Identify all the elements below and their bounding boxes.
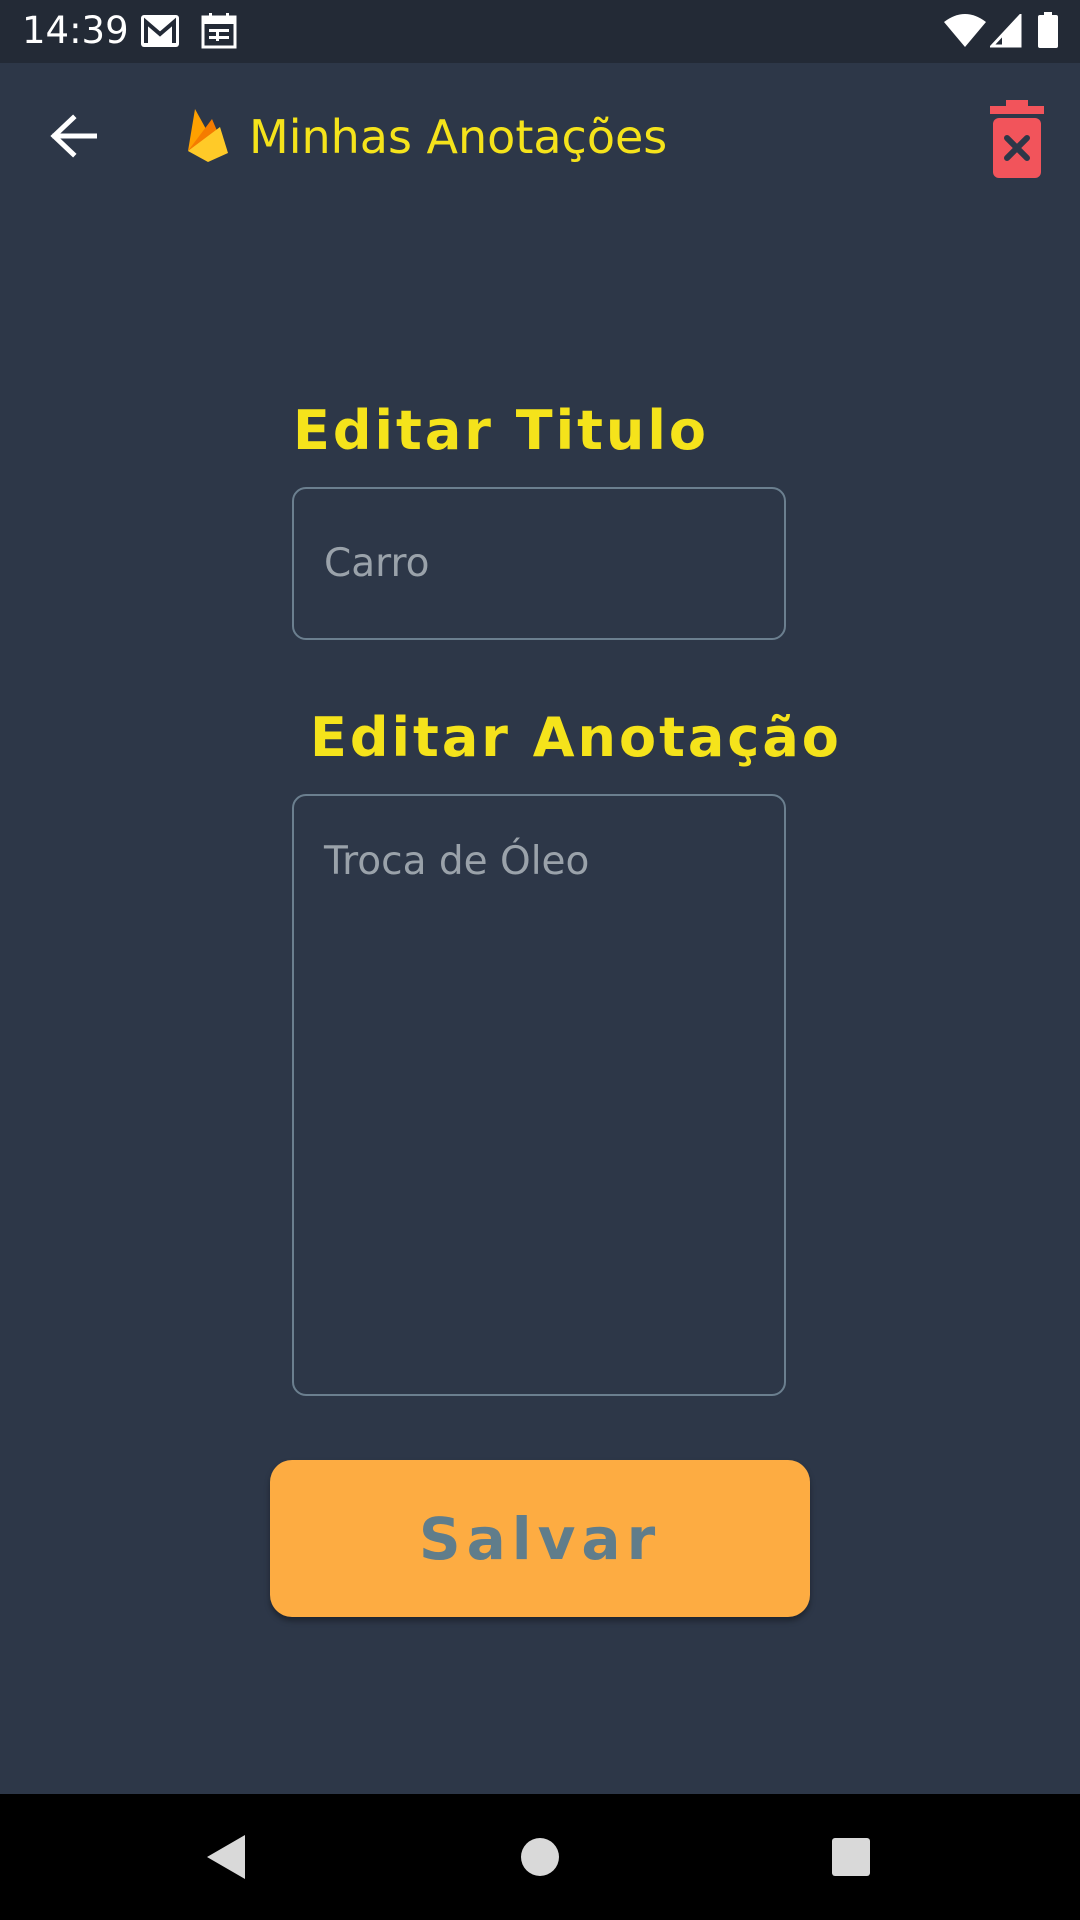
navigation-bar <box>0 1794 1080 1920</box>
save-button[interactable]: Salvar <box>270 1460 810 1617</box>
recents-square-icon <box>830 1836 872 1883</box>
back-triangle-icon <box>203 1833 247 1886</box>
trash-delete-icon <box>984 100 1050 184</box>
edit-title-label: Editar Titulo <box>293 399 709 462</box>
battery-icon <box>1038 12 1058 53</box>
delete-button[interactable] <box>984 100 1050 180</box>
arrow-back-icon <box>49 113 98 163</box>
title-input[interactable] <box>292 487 786 640</box>
save-button-label: Salvar <box>418 1504 662 1573</box>
app-bar: Minhas Anotações <box>0 63 1080 209</box>
gmail-icon <box>140 13 180 54</box>
screen: 14:39 Minhas Anotações Editar Titulo Car… <box>0 0 1080 1920</box>
signal-icon <box>988 12 1022 53</box>
back-button[interactable] <box>38 103 108 173</box>
wifi-icon <box>944 14 986 53</box>
app-title: Minhas Anotações <box>249 110 668 164</box>
nav-recents-button[interactable] <box>816 1824 886 1894</box>
note-textarea[interactable]: Troca de Óleo <box>292 794 786 1396</box>
firebase-icon <box>186 107 230 163</box>
status-time: 14:39 <box>22 9 129 52</box>
nav-home-button[interactable] <box>505 1824 575 1894</box>
status-bar: 14:39 <box>0 0 1080 63</box>
edit-note-label: Editar Anotação <box>310 706 842 769</box>
nav-back-button[interactable] <box>190 1824 260 1894</box>
home-circle-icon <box>518 1835 562 1884</box>
calendar-icon <box>201 13 237 54</box>
